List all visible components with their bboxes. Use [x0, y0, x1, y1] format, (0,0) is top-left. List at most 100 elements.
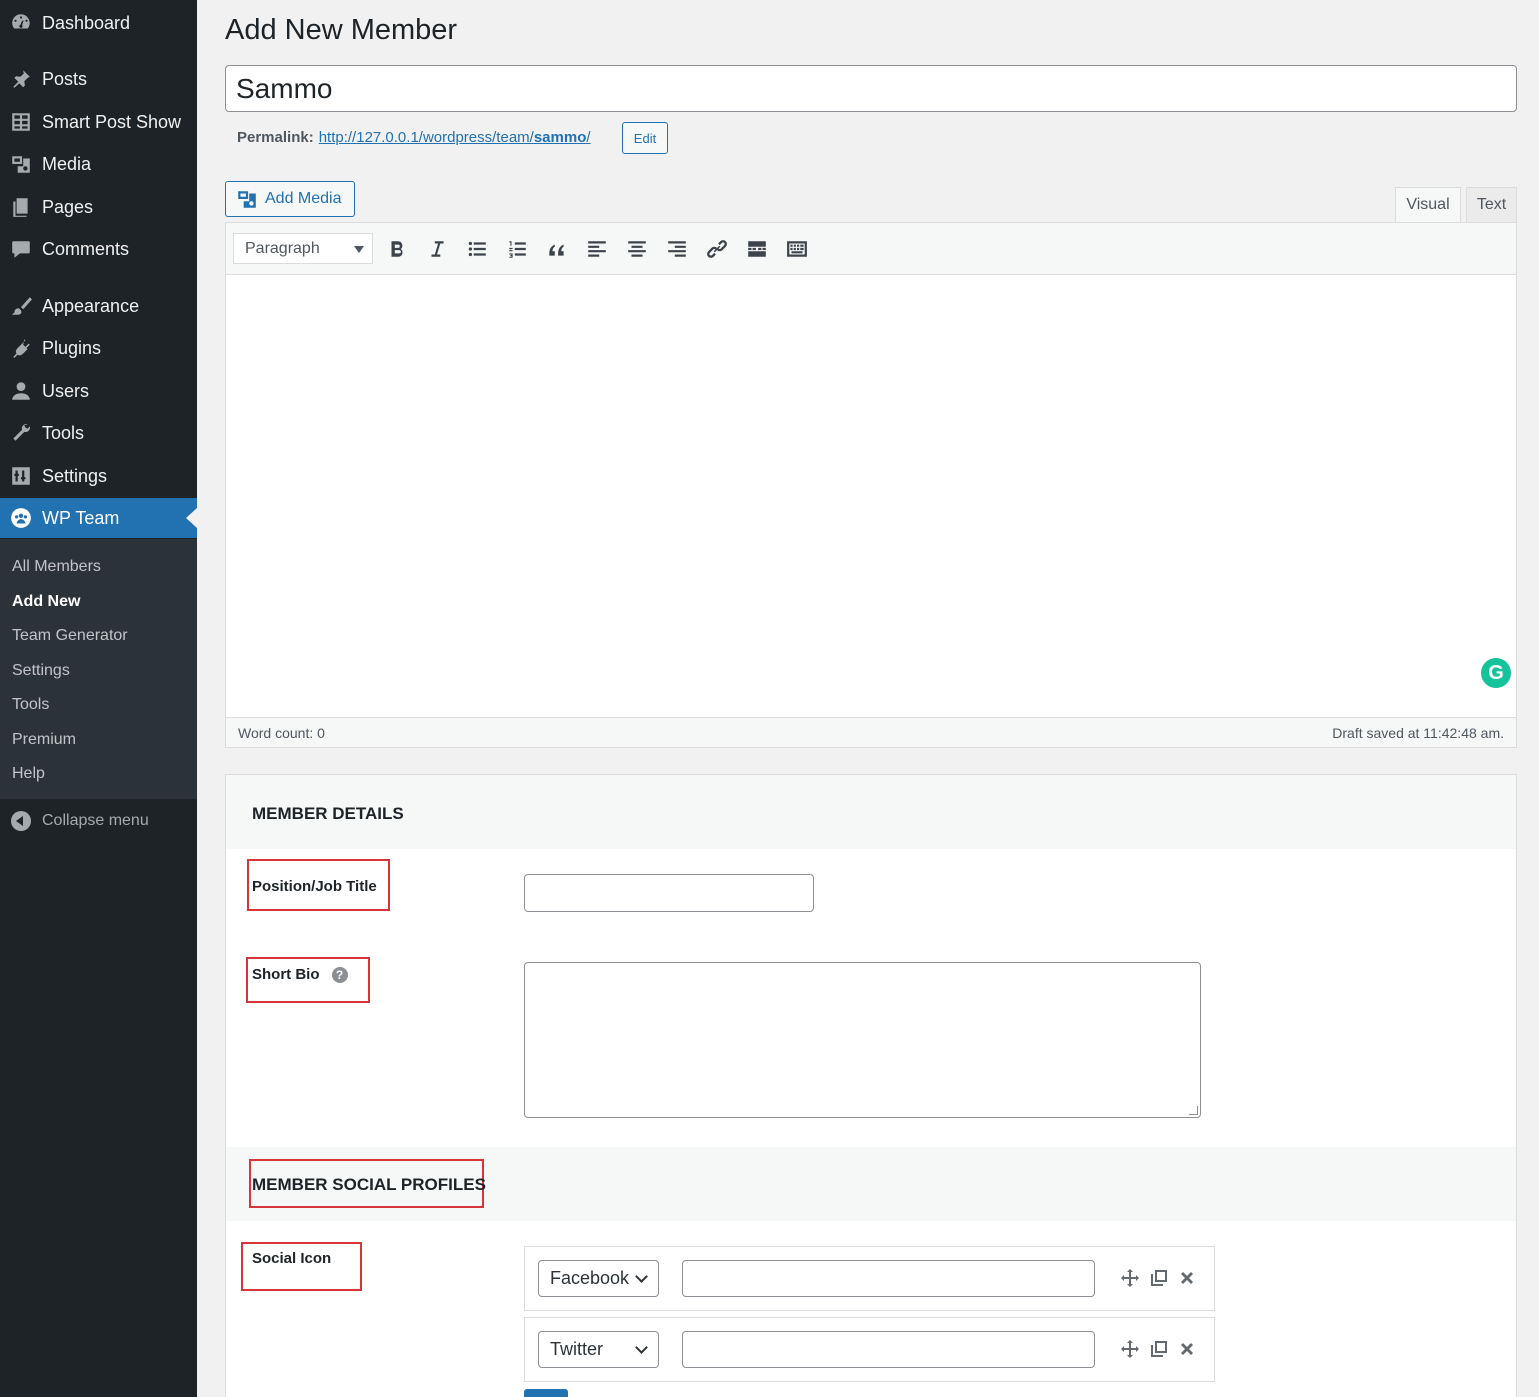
remove-icon[interactable] — [1177, 1339, 1197, 1359]
menu-wp-team[interactable]: WP Team — [0, 498, 197, 538]
duplicate-icon[interactable] — [1149, 1339, 1169, 1359]
menu-label: Plugins — [42, 337, 102, 358]
social-icon-label: Social Icon — [252, 1250, 332, 1267]
permalink-link[interactable]: http://127.0.0.1/wordpress/team/sammo/ — [319, 129, 591, 146]
menu-posts[interactable]: Posts — [0, 59, 197, 99]
collapse-label: Collapse menu — [42, 812, 149, 829]
editor-content-area[interactable]: G — [226, 275, 1516, 719]
blockquote-icon[interactable] — [544, 236, 570, 262]
pages-icon — [0, 187, 42, 227]
tab-text[interactable]: Text — [1466, 187, 1517, 223]
short-bio-textarea[interactable] — [524, 962, 1201, 1118]
permalink: Permalink: http://127.0.0.1/wordpress/te… — [237, 129, 591, 146]
tab-visual[interactable]: Visual — [1395, 187, 1461, 223]
menu-label: Comments — [42, 238, 130, 259]
menu-settings[interactable]: Settings — [0, 456, 197, 496]
submenu-tools[interactable]: Tools — [12, 696, 49, 714]
link-icon[interactable] — [704, 236, 730, 262]
menu-label: Media — [42, 153, 92, 174]
social-url-input[interactable] — [682, 1331, 1095, 1368]
submenu-team-generator[interactable]: Team Generator — [12, 627, 128, 645]
menu-label: WP Team — [42, 507, 120, 528]
read-more-icon[interactable] — [744, 236, 770, 262]
grid-icon — [0, 102, 42, 142]
dashboard-icon — [0, 3, 42, 43]
menu-pages[interactable]: Pages — [0, 187, 197, 227]
chevron-down-icon — [635, 1270, 648, 1283]
format-select[interactable]: Paragraph — [233, 233, 373, 264]
post-title-input[interactable]: Sammo — [225, 65, 1517, 112]
italic-icon[interactable] — [424, 236, 450, 262]
menu-label: Appearance — [42, 295, 140, 316]
media-icon — [0, 144, 42, 184]
resize-handle[interactable] — [1189, 1106, 1198, 1115]
menu-label: Pages — [42, 196, 94, 217]
menu-label: Dashboard — [42, 12, 131, 33]
social-profiles-header: MEMBER SOCIAL PROFILES — [226, 1147, 1516, 1221]
bold-icon[interactable] — [384, 236, 410, 262]
menu-label: Tools — [42, 422, 85, 443]
active-indicator — [186, 508, 197, 528]
position-label: Position/Job Title — [252, 878, 377, 895]
menu-users[interactable]: Users — [0, 371, 197, 411]
position-input[interactable] — [524, 874, 814, 912]
remove-icon[interactable] — [1177, 1268, 1197, 1288]
menu-label: Posts — [42, 68, 88, 89]
social-row: Twitter — [524, 1317, 1215, 1382]
member-details-title: MEMBER DETAILS — [252, 804, 404, 823]
menu-smart-post-show[interactable]: Smart Post Show — [0, 102, 197, 142]
editor-toolbar: Paragraph — [226, 223, 1516, 275]
collapse-menu-button[interactable]: Collapse menu — [0, 806, 197, 836]
menu-appearance[interactable]: Appearance — [0, 286, 197, 326]
edit-slug-button[interactable]: Edit — [622, 122, 668, 154]
bullet-list-icon[interactable] — [464, 236, 490, 262]
social-row: Facebook — [524, 1246, 1215, 1311]
move-icon[interactable] — [1120, 1268, 1140, 1288]
sliders-icon — [0, 456, 42, 496]
submenu-premium[interactable]: Premium — [12, 731, 76, 749]
wp-team-submenu: All Members Add New Team Generator Setti… — [0, 539, 197, 799]
add-media-button[interactable]: Add Media — [225, 181, 355, 217]
comment-icon — [0, 229, 42, 269]
admin-sidebar: Dashboard Posts Smart Post Show Media Pa… — [0, 0, 197, 1397]
submenu-help[interactable]: Help — [12, 765, 45, 783]
content-editor: Paragraph G Word count: 0 Draft saved at… — [225, 222, 1517, 748]
menu-dashboard[interactable]: Dashboard — [0, 3, 197, 43]
align-left-icon[interactable] — [584, 236, 610, 262]
editor-status-bar: Word count: 0 Draft saved at 11:42:48 am… — [226, 717, 1516, 747]
align-center-icon[interactable] — [624, 236, 650, 262]
help-icon[interactable]: ? — [331, 966, 348, 983]
menu-label: Settings — [42, 465, 108, 486]
add-social-button[interactable] — [524, 1389, 568, 1397]
move-icon[interactable] — [1120, 1339, 1140, 1359]
menu-plugins[interactable]: Plugins — [0, 328, 197, 368]
grammarly-icon[interactable]: G — [1481, 658, 1511, 688]
menu-label: Users — [42, 380, 90, 401]
submenu-settings[interactable]: Settings — [12, 662, 70, 680]
chevron-down-icon — [635, 1341, 648, 1354]
wrench-icon — [0, 413, 42, 453]
team-icon — [0, 498, 42, 538]
social-network-select[interactable]: Facebook — [538, 1260, 659, 1297]
add-media-icon — [238, 191, 256, 208]
plug-icon — [0, 328, 42, 368]
align-right-icon[interactable] — [664, 236, 690, 262]
menu-comments[interactable]: Comments — [0, 229, 197, 269]
social-profiles-title: MEMBER SOCIAL PROFILES — [252, 1175, 486, 1194]
menu-media[interactable]: Media — [0, 144, 197, 184]
draft-status: Draft saved at 11:42:48 am. — [1332, 724, 1504, 741]
submenu-add-new[interactable]: Add New — [12, 593, 80, 611]
toolbar-toggle-icon[interactable] — [784, 236, 810, 262]
social-url-input[interactable] — [682, 1260, 1095, 1297]
brush-icon — [0, 286, 42, 326]
user-icon — [0, 371, 42, 411]
social-network-select[interactable]: Twitter — [538, 1331, 659, 1368]
short-bio-label: Short Bio ? — [252, 966, 348, 983]
numbered-list-icon[interactable] — [504, 236, 530, 262]
permalink-label: Permalink: — [237, 129, 314, 146]
menu-tools[interactable]: Tools — [0, 413, 197, 453]
page-title: Add New Member — [225, 14, 458, 46]
duplicate-icon[interactable] — [1149, 1268, 1169, 1288]
menu-label: Smart Post Show — [42, 111, 182, 132]
submenu-all-members[interactable]: All Members — [12, 558, 101, 576]
